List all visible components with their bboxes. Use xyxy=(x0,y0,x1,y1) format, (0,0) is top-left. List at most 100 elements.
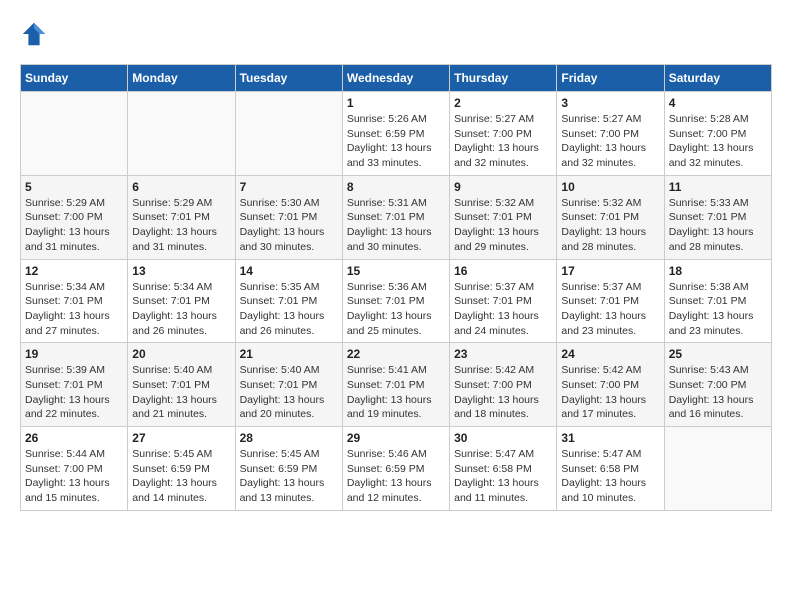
calendar-cell: 18 Sunrise: 5:38 AM Sunset: 7:01 PM Dayli… xyxy=(664,259,771,343)
day-info: Sunrise: 5:42 AM Sunset: 7:00 PM Dayligh… xyxy=(454,363,552,422)
calendar-cell: 9 Sunrise: 5:32 AM Sunset: 7:01 PM Daylig… xyxy=(450,175,557,259)
day-number: 3 xyxy=(561,96,659,110)
day-number: 27 xyxy=(132,431,230,445)
day-number: 1 xyxy=(347,96,445,110)
day-info: Sunrise: 5:30 AM Sunset: 7:01 PM Dayligh… xyxy=(240,196,338,255)
calendar-cell xyxy=(664,427,771,511)
calendar-cell: 24 Sunrise: 5:42 AM Sunset: 7:00 PM Dayli… xyxy=(557,343,664,427)
calendar-cell: 1 Sunrise: 5:26 AM Sunset: 6:59 PM Daylig… xyxy=(342,92,449,176)
day-number: 14 xyxy=(240,264,338,278)
week-row-0: 1 Sunrise: 5:26 AM Sunset: 6:59 PM Daylig… xyxy=(21,92,772,176)
calendar-cell: 26 Sunrise: 5:44 AM Sunset: 7:00 PM Dayli… xyxy=(21,427,128,511)
day-info: Sunrise: 5:34 AM Sunset: 7:01 PM Dayligh… xyxy=(25,280,123,339)
day-info: Sunrise: 5:42 AM Sunset: 7:00 PM Dayligh… xyxy=(561,363,659,422)
day-number: 30 xyxy=(454,431,552,445)
day-info: Sunrise: 5:26 AM Sunset: 6:59 PM Dayligh… xyxy=(347,112,445,171)
day-number: 20 xyxy=(132,347,230,361)
day-info: Sunrise: 5:33 AM Sunset: 7:01 PM Dayligh… xyxy=(669,196,767,255)
calendar-cell: 28 Sunrise: 5:45 AM Sunset: 6:59 PM Dayli… xyxy=(235,427,342,511)
day-number: 22 xyxy=(347,347,445,361)
calendar-header: SundayMondayTuesdayWednesdayThursdayFrid… xyxy=(21,65,772,92)
day-number: 11 xyxy=(669,180,767,194)
calendar-cell: 12 Sunrise: 5:34 AM Sunset: 7:01 PM Dayli… xyxy=(21,259,128,343)
day-info: Sunrise: 5:34 AM Sunset: 7:01 PM Dayligh… xyxy=(132,280,230,339)
day-number: 29 xyxy=(347,431,445,445)
day-number: 23 xyxy=(454,347,552,361)
day-number: 19 xyxy=(25,347,123,361)
day-number: 25 xyxy=(669,347,767,361)
week-row-2: 12 Sunrise: 5:34 AM Sunset: 7:01 PM Dayli… xyxy=(21,259,772,343)
day-number: 16 xyxy=(454,264,552,278)
day-number: 9 xyxy=(454,180,552,194)
calendar-cell: 10Sunrise: 5:32 AM Sunset: 7:01 PM Dayli… xyxy=(557,175,664,259)
calendar-cell xyxy=(21,92,128,176)
day-number: 5 xyxy=(25,180,123,194)
day-info: Sunrise: 5:47 AM Sunset: 6:58 PM Dayligh… xyxy=(561,447,659,506)
weekday-header-wednesday: Wednesday xyxy=(342,65,449,92)
day-info: Sunrise: 5:35 AM Sunset: 7:01 PM Dayligh… xyxy=(240,280,338,339)
day-number: 18 xyxy=(669,264,767,278)
day-number: 12 xyxy=(25,264,123,278)
calendar-cell: 8 Sunrise: 5:31 AM Sunset: 7:01 PM Daylig… xyxy=(342,175,449,259)
calendar-cell: 17Sunrise: 5:37 AM Sunset: 7:01 PM Dayli… xyxy=(557,259,664,343)
calendar-cell: 20 Sunrise: 5:40 AM Sunset: 7:01 PM Dayli… xyxy=(128,343,235,427)
day-info: Sunrise: 5:44 AM Sunset: 7:00 PM Dayligh… xyxy=(25,447,123,506)
day-info: Sunrise: 5:28 AM Sunset: 7:00 PM Dayligh… xyxy=(669,112,767,171)
week-row-1: 5 Sunrise: 5:29 AM Sunset: 7:00 PM Daylig… xyxy=(21,175,772,259)
calendar-cell: 25 Sunrise: 5:43 AM Sunset: 7:00 PM Dayli… xyxy=(664,343,771,427)
calendar-cell: 21 Sunrise: 5:40 AM Sunset: 7:01 PM Dayli… xyxy=(235,343,342,427)
calendar-cell: 27Sunrise: 5:45 AM Sunset: 6:59 PM Dayli… xyxy=(128,427,235,511)
day-number: 21 xyxy=(240,347,338,361)
calendar-cell: 19Sunrise: 5:39 AM Sunset: 7:01 PM Dayli… xyxy=(21,343,128,427)
day-info: Sunrise: 5:40 AM Sunset: 7:01 PM Dayligh… xyxy=(240,363,338,422)
day-info: Sunrise: 5:29 AM Sunset: 7:00 PM Dayligh… xyxy=(25,196,123,255)
day-number: 28 xyxy=(240,431,338,445)
calendar-cell: 11 Sunrise: 5:33 AM Sunset: 7:01 PM Dayli… xyxy=(664,175,771,259)
day-info: Sunrise: 5:40 AM Sunset: 7:01 PM Dayligh… xyxy=(132,363,230,422)
calendar-cell: 31 Sunrise: 5:47 AM Sunset: 6:58 PM Dayli… xyxy=(557,427,664,511)
day-number: 6 xyxy=(132,180,230,194)
day-info: Sunrise: 5:36 AM Sunset: 7:01 PM Dayligh… xyxy=(347,280,445,339)
day-info: Sunrise: 5:45 AM Sunset: 6:59 PM Dayligh… xyxy=(240,447,338,506)
day-number: 2 xyxy=(454,96,552,110)
page-header xyxy=(20,20,772,48)
week-row-4: 26 Sunrise: 5:44 AM Sunset: 7:00 PM Dayli… xyxy=(21,427,772,511)
day-number: 7 xyxy=(240,180,338,194)
calendar-cell: 3 Sunrise: 5:27 AM Sunset: 7:00 PM Daylig… xyxy=(557,92,664,176)
week-row-3: 19Sunrise: 5:39 AM Sunset: 7:01 PM Dayli… xyxy=(21,343,772,427)
day-number: 31 xyxy=(561,431,659,445)
weekday-header-tuesday: Tuesday xyxy=(235,65,342,92)
day-info: Sunrise: 5:37 AM Sunset: 7:01 PM Dayligh… xyxy=(561,280,659,339)
day-number: 13 xyxy=(132,264,230,278)
calendar-cell: 16Sunrise: 5:37 AM Sunset: 7:01 PM Dayli… xyxy=(450,259,557,343)
weekday-header-thursday: Thursday xyxy=(450,65,557,92)
day-info: Sunrise: 5:38 AM Sunset: 7:01 PM Dayligh… xyxy=(669,280,767,339)
day-number: 24 xyxy=(561,347,659,361)
calendar-cell: 7 Sunrise: 5:30 AM Sunset: 7:01 PM Daylig… xyxy=(235,175,342,259)
calendar-cell: 2 Sunrise: 5:27 AM Sunset: 7:00 PM Daylig… xyxy=(450,92,557,176)
calendar-cell: 4Sunrise: 5:28 AM Sunset: 7:00 PM Daylig… xyxy=(664,92,771,176)
calendar-cell: 6Sunrise: 5:29 AM Sunset: 7:01 PM Daylig… xyxy=(128,175,235,259)
day-info: Sunrise: 5:43 AM Sunset: 7:00 PM Dayligh… xyxy=(669,363,767,422)
calendar-cell: 23 Sunrise: 5:42 AM Sunset: 7:00 PM Dayli… xyxy=(450,343,557,427)
calendar-cell: 30 Sunrise: 5:47 AM Sunset: 6:58 PM Dayli… xyxy=(450,427,557,511)
calendar-cell xyxy=(128,92,235,176)
calendar-cell: 15 Sunrise: 5:36 AM Sunset: 7:01 PM Dayli… xyxy=(342,259,449,343)
day-number: 26 xyxy=(25,431,123,445)
day-number: 15 xyxy=(347,264,445,278)
logo xyxy=(20,20,52,48)
day-info: Sunrise: 5:31 AM Sunset: 7:01 PM Dayligh… xyxy=(347,196,445,255)
calendar-cell: 22Sunrise: 5:41 AM Sunset: 7:01 PM Dayli… xyxy=(342,343,449,427)
day-info: Sunrise: 5:46 AM Sunset: 6:59 PM Dayligh… xyxy=(347,447,445,506)
calendar-table: SundayMondayTuesdayWednesdayThursdayFrid… xyxy=(20,64,772,511)
day-info: Sunrise: 5:27 AM Sunset: 7:00 PM Dayligh… xyxy=(561,112,659,171)
weekday-header-friday: Friday xyxy=(557,65,664,92)
calendar-cell: 29 Sunrise: 5:46 AM Sunset: 6:59 PM Dayli… xyxy=(342,427,449,511)
day-number: 8 xyxy=(347,180,445,194)
calendar-cell: 13 Sunrise: 5:34 AM Sunset: 7:01 PM Dayli… xyxy=(128,259,235,343)
calendar-body: 1 Sunrise: 5:26 AM Sunset: 6:59 PM Daylig… xyxy=(21,92,772,511)
day-info: Sunrise: 5:32 AM Sunset: 7:01 PM Dayligh… xyxy=(454,196,552,255)
weekday-header-saturday: Saturday xyxy=(664,65,771,92)
day-info: Sunrise: 5:47 AM Sunset: 6:58 PM Dayligh… xyxy=(454,447,552,506)
day-info: Sunrise: 5:27 AM Sunset: 7:00 PM Dayligh… xyxy=(454,112,552,171)
